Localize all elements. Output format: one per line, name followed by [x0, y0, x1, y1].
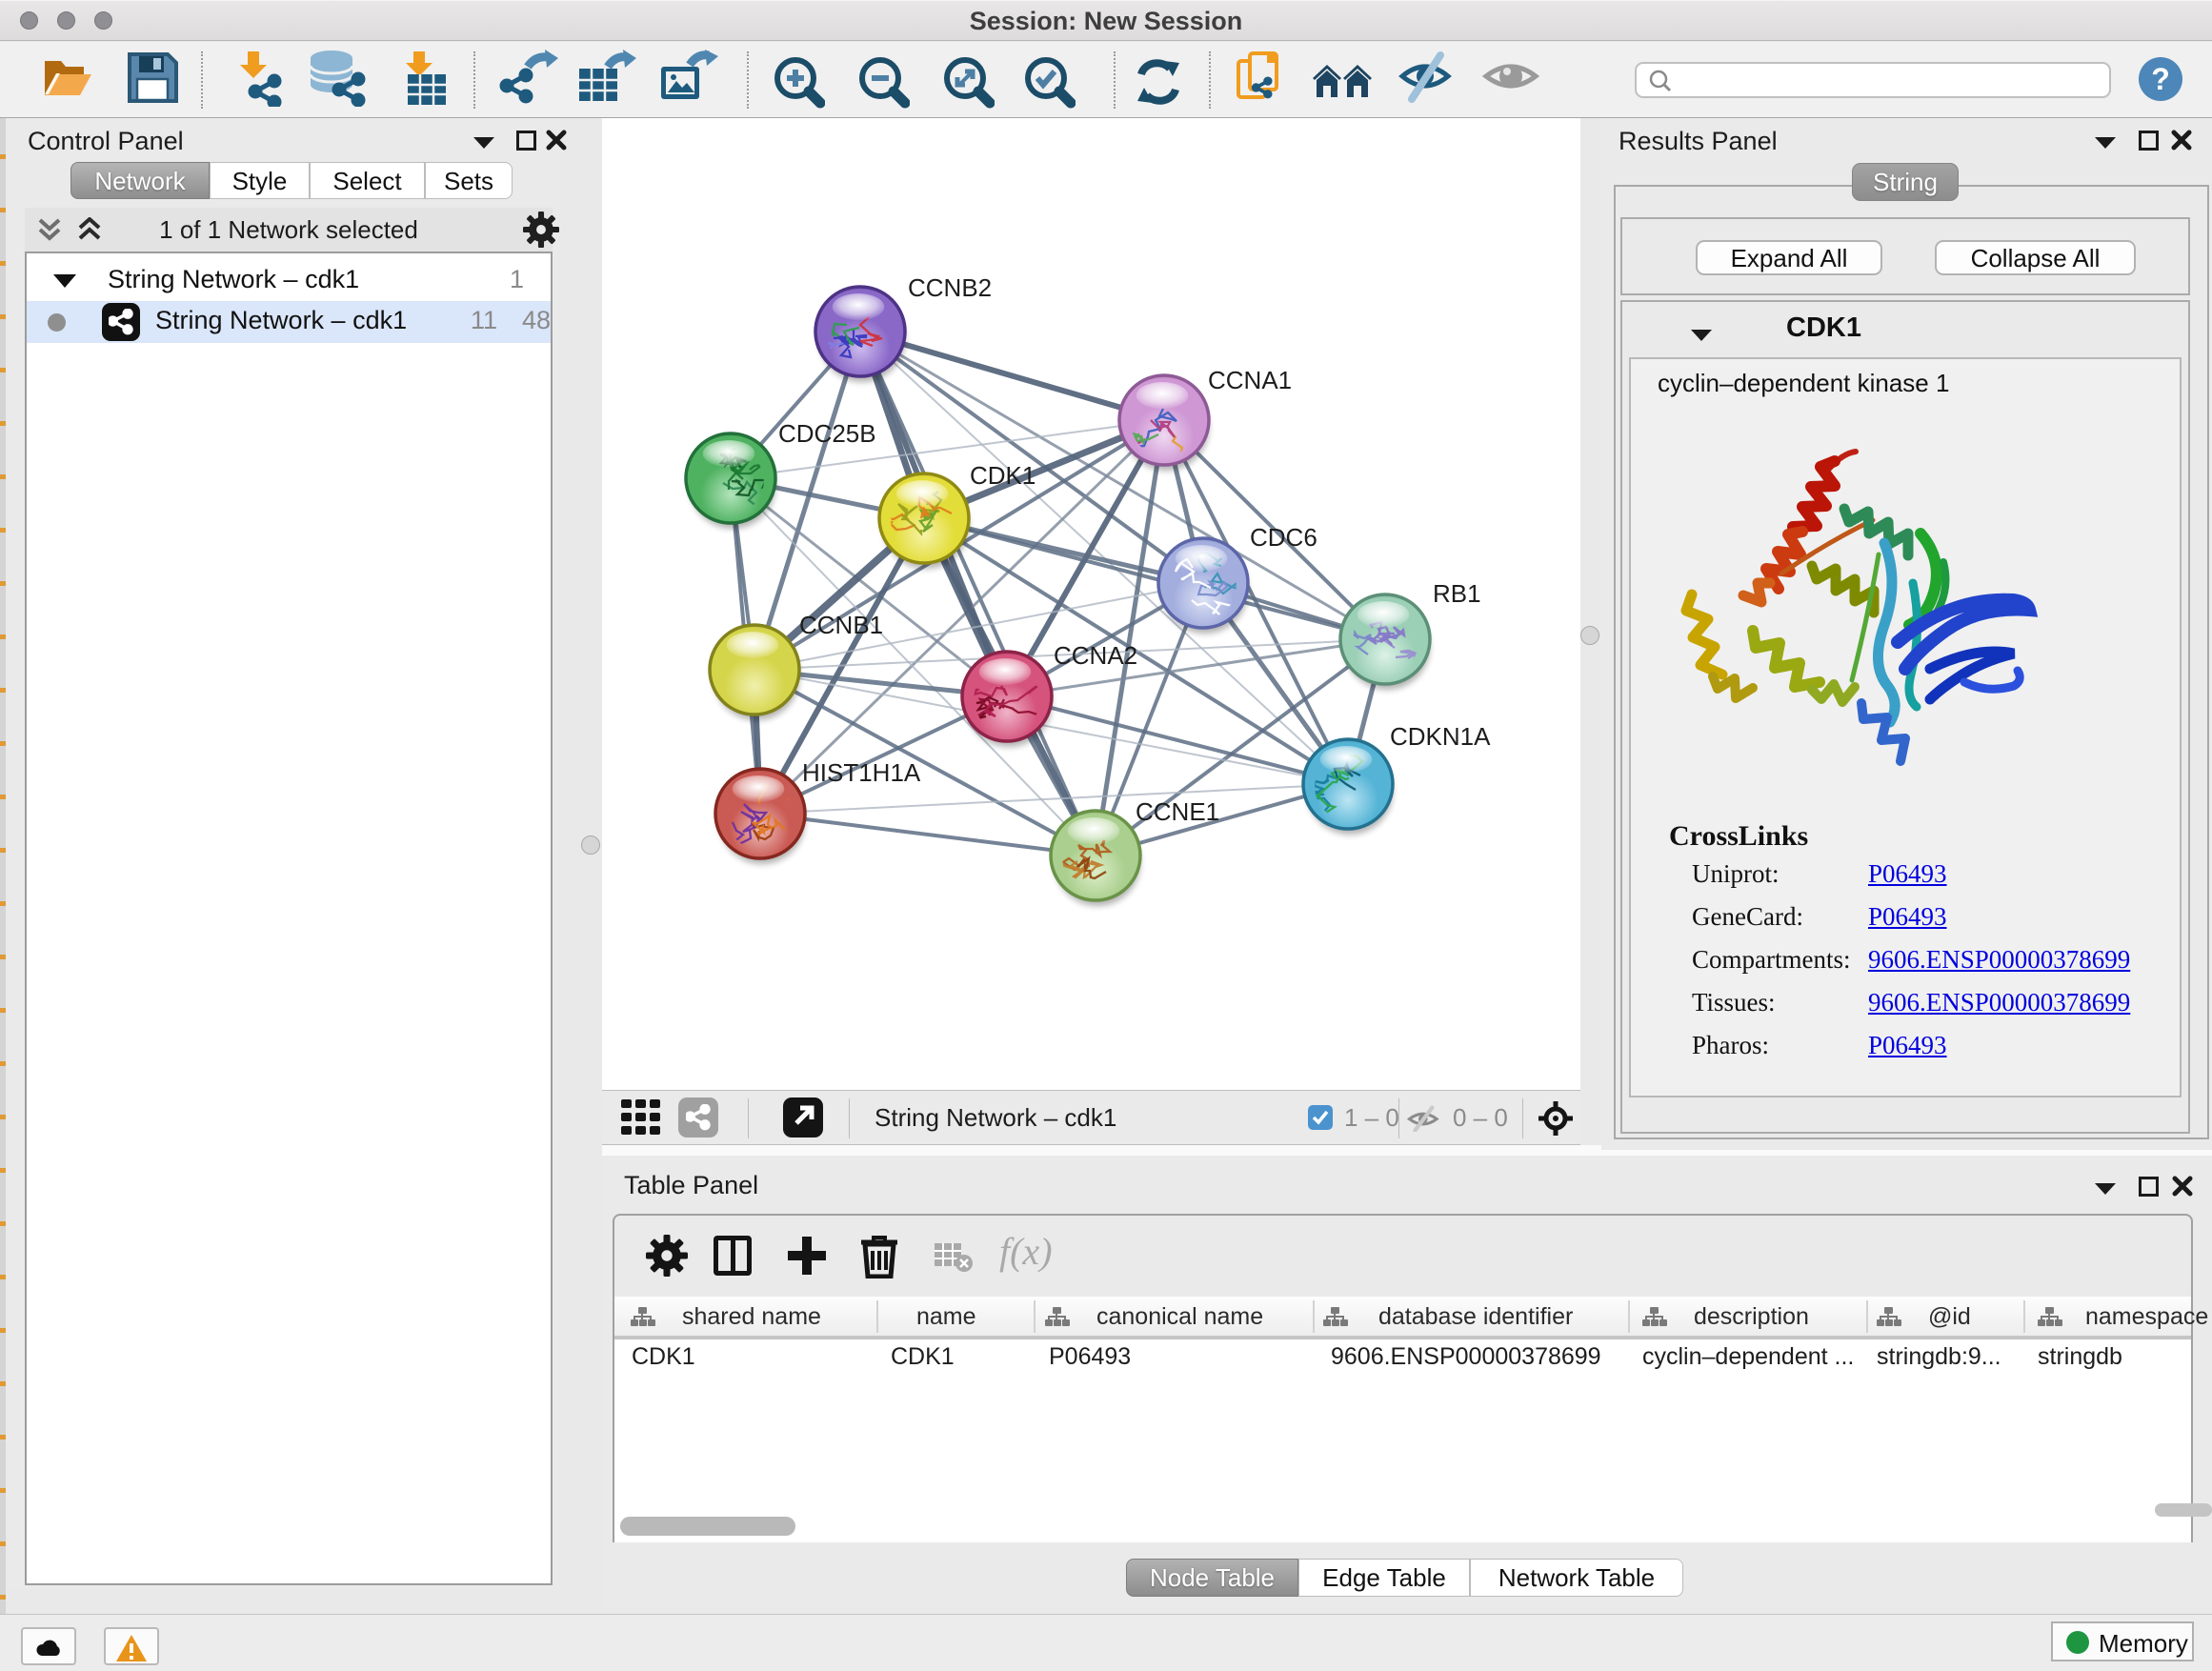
- svg-text:RB1: RB1: [1433, 579, 1481, 608]
- svg-text:CDK1: CDK1: [970, 461, 1036, 490]
- svg-text:CCNB2: CCNB2: [908, 273, 992, 302]
- svg-text:CDC25B: CDC25B: [778, 419, 876, 448]
- svg-text:CCNE1: CCNE1: [1136, 797, 1219, 826]
- svg-text:CCNB1: CCNB1: [799, 611, 883, 639]
- svg-text:CCNA1: CCNA1: [1208, 366, 1292, 394]
- svg-text:CDKN1A: CDKN1A: [1390, 722, 1491, 751]
- svg-text:CCNA2: CCNA2: [1054, 641, 1137, 670]
- svg-text:HIST1H1A: HIST1H1A: [802, 758, 921, 787]
- svg-text:CDC6: CDC6: [1250, 523, 1317, 552]
